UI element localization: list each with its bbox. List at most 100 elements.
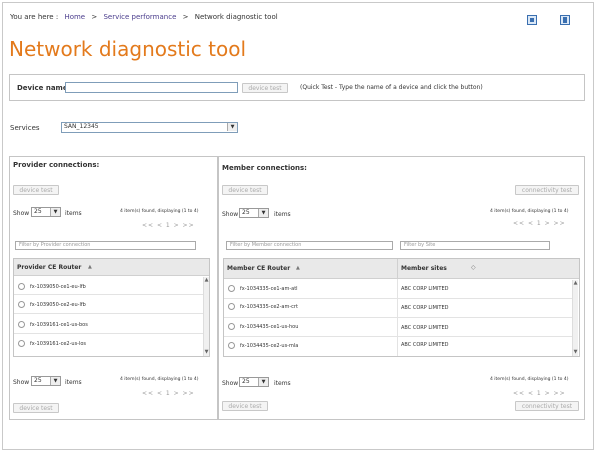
member-page-size-select-bottom[interactable]: 25 ▼ xyxy=(239,377,269,387)
member-site-name: ABC CORP LIMITED xyxy=(401,342,449,348)
provider-found-text: 4 item(s) found, displaying (1 to 4) xyxy=(120,209,199,214)
provider-page-size-select[interactable]: 25 ▼ xyxy=(31,207,61,217)
table-row[interactable]: fx-1039050-ce1-eu-lfb xyxy=(18,283,86,290)
provider-page-size-select-bottom[interactable]: 25 ▼ xyxy=(31,376,61,386)
row-divider xyxy=(14,313,203,314)
provider-page-size-value-bottom: 25 xyxy=(34,377,42,384)
chevron-down-icon: ▼ xyxy=(227,123,237,131)
device-name-input[interactable] xyxy=(65,82,238,93)
member-col-router[interactable]: Member CE Router xyxy=(227,265,290,272)
provider-items-label-bottom: items xyxy=(65,379,82,386)
provider-router-name: fx-1039161-ce2-us-los xyxy=(30,341,87,347)
row-divider xyxy=(224,336,572,337)
page-title: Network diagnostic tool xyxy=(9,37,247,61)
member-items-label-bottom: items xyxy=(274,380,291,387)
member-router-name: fx-1034335-ce2-am-crt xyxy=(240,304,298,310)
member-scrollbar[interactable]: ▲ ▼ xyxy=(572,280,578,356)
row-divider xyxy=(224,298,572,299)
radio-button[interactable] xyxy=(228,285,235,292)
radio-button[interactable] xyxy=(18,340,25,347)
sort-icon[interactable]: ▲ xyxy=(88,264,92,270)
provider-show-label: Show xyxy=(13,210,30,217)
row-divider xyxy=(224,317,572,318)
provider-col-router[interactable]: Provider CE Router xyxy=(17,264,81,271)
breadcrumb-service-performance[interactable]: Service performance xyxy=(103,13,176,21)
services-select[interactable]: SAN_12345 ▼ xyxy=(61,122,238,133)
provider-filter-input[interactable]: Filter by Provider connection xyxy=(15,241,196,250)
member-found-text: 4 item(s) found, displaying (1 to 4) xyxy=(490,209,569,214)
provider-device-test-button[interactable]: device test xyxy=(13,185,59,195)
provider-found-text-bottom: 4 item(s) found, displaying (1 to 4) xyxy=(120,377,199,382)
member-site-name: ABC CORP LIMITED xyxy=(401,286,449,292)
services-selected-value: SAN_12345 xyxy=(64,123,99,130)
chevron-down-icon: ▼ xyxy=(50,208,60,216)
radio-button[interactable] xyxy=(228,303,235,310)
member-show-label: Show xyxy=(222,211,239,218)
member-pagination[interactable]: << < 1 > >> xyxy=(513,220,566,227)
member-router-name: fx-1034335-ce1-am-atl xyxy=(240,286,298,292)
sort-icon[interactable]: ▲ xyxy=(296,265,300,271)
breadcrumb-current: Network diagnostic tool xyxy=(194,13,278,21)
table-row[interactable]: fx-1039050-ce2-eu-lfb xyxy=(18,301,86,308)
print-icon[interactable] xyxy=(560,15,570,25)
member-router-name: fx-1034435-ce1-us-hou xyxy=(240,324,299,330)
chevron-down-icon: ▼ xyxy=(258,209,268,217)
member-connectivity-test-button[interactable]: connectivity test xyxy=(515,185,579,195)
breadcrumb-separator: > xyxy=(182,13,189,21)
provider-page-size-value: 25 xyxy=(34,208,42,215)
table-row[interactable]: fx-1034335-ce2-am-crt xyxy=(228,303,298,310)
table-row[interactable]: fx-1034435-ce2-us-mla xyxy=(228,342,298,349)
member-router-name: fx-1034435-ce2-us-mla xyxy=(240,343,299,349)
member-page-size-value: 25 xyxy=(242,209,250,216)
table-row[interactable]: fx-1039161-ce1-us-bos xyxy=(18,321,88,328)
member-col-site[interactable]: Member sites xyxy=(401,265,447,272)
provider-router-name: fx-1039050-ce2-eu-lfb xyxy=(30,302,86,308)
member-items-label: items xyxy=(274,211,291,218)
member-title: Member connections: xyxy=(222,164,307,172)
provider-show-label-bottom: Show xyxy=(13,379,30,386)
provider-router-name: fx-1039161-ce1-us-bos xyxy=(30,322,88,328)
row-divider xyxy=(14,294,203,295)
member-router-filter-input[interactable]: Filter by Member connection xyxy=(226,241,393,250)
radio-button[interactable] xyxy=(228,342,235,349)
device-test-button[interactable]: device test xyxy=(242,83,288,93)
chevron-down-icon: ▼ xyxy=(258,378,268,386)
provider-pagination[interactable]: << < 1 > >> xyxy=(142,222,195,229)
row-divider xyxy=(14,333,203,334)
chevron-down-icon: ▼ xyxy=(50,377,60,385)
breadcrumb-prefix: You are here : xyxy=(10,13,59,21)
member-page-size-value-bottom: 25 xyxy=(242,378,250,385)
member-found-text-bottom: 4 item(s) found, displaying (1 to 4) xyxy=(490,377,569,382)
provider-items-label: items xyxy=(65,210,82,217)
radio-button[interactable] xyxy=(228,323,235,330)
member-page-size-select[interactable]: 25 ▼ xyxy=(239,208,269,218)
member-device-test-button-bottom[interactable]: device test xyxy=(222,401,268,411)
member-device-test-button[interactable]: device test xyxy=(222,185,268,195)
table-row[interactable]: fx-1034435-ce1-us-hou xyxy=(228,323,298,330)
sort-icon[interactable]: ◇ xyxy=(471,264,476,271)
member-connectivity-test-button-bottom[interactable]: connectivity test xyxy=(515,401,579,411)
provider-pagination-bottom[interactable]: << < 1 > >> xyxy=(142,390,195,397)
member-show-label-bottom: Show xyxy=(222,380,239,387)
breadcrumb-separator: > xyxy=(91,13,98,21)
column-divider xyxy=(397,259,398,278)
provider-device-test-button-bottom[interactable]: device test xyxy=(13,403,59,413)
radio-button[interactable] xyxy=(18,321,25,328)
provider-title: Provider connections: xyxy=(13,161,100,169)
table-row[interactable]: fx-1039161-ce2-us-los xyxy=(18,340,86,347)
provider-scrollbar[interactable]: ▲ ▼ xyxy=(203,277,209,356)
breadcrumb-home[interactable]: Home xyxy=(64,13,85,21)
table-row[interactable]: fx-1034335-ce1-am-atl xyxy=(228,285,298,292)
device-hint: (Quick Test - Type the name of a device … xyxy=(300,84,483,91)
device-section: Device name device test (Quick Test - Ty… xyxy=(9,74,585,101)
member-site-filter-input[interactable]: Filter by Site xyxy=(400,241,550,250)
radio-button[interactable] xyxy=(18,301,25,308)
radio-button[interactable] xyxy=(18,283,25,290)
provider-router-name: fx-1039050-ce1-eu-lfb xyxy=(30,284,86,290)
member-site-name: ABC CORP LIMITED xyxy=(401,305,449,311)
services-label: Services xyxy=(10,124,40,132)
export-icon[interactable] xyxy=(527,15,537,25)
provider-table-header: Provider CE Router ▲ xyxy=(14,259,209,276)
member-table-header: Member CE Router ▲ Member sites ◇ xyxy=(224,259,579,279)
member-pagination-bottom[interactable]: << < 1 > >> xyxy=(513,390,566,397)
